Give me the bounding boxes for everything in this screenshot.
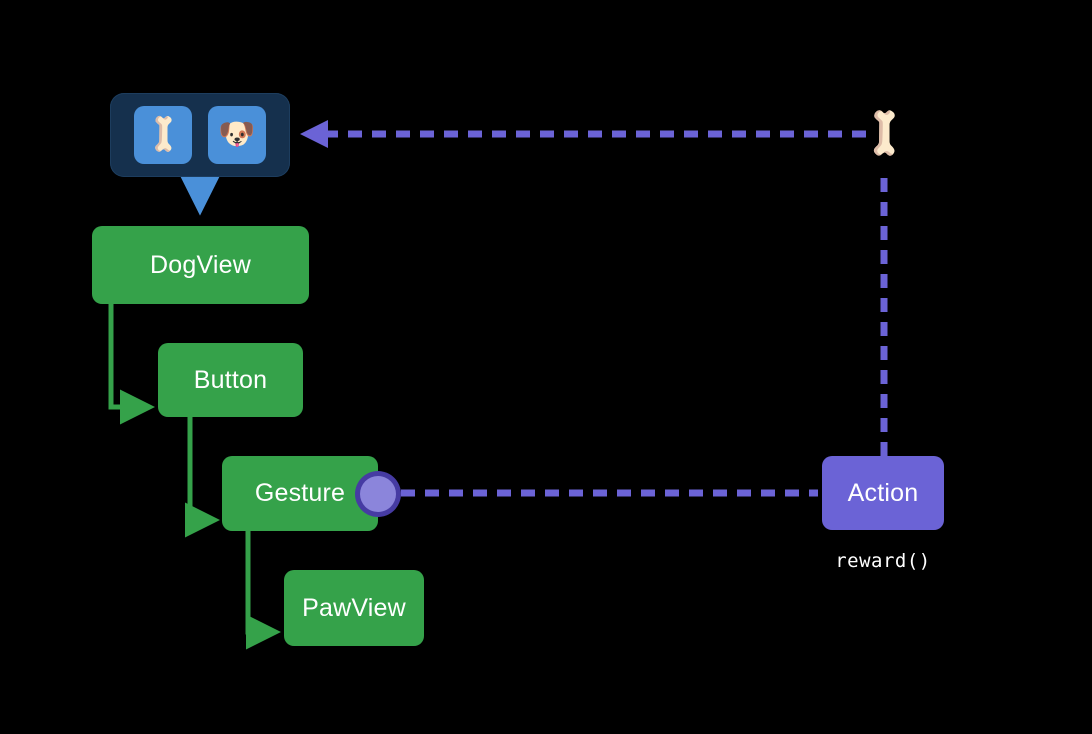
- bone-token[interactable]: 🦴: [852, 102, 915, 165]
- action-caption: reward(): [835, 550, 931, 572]
- node-label: Button: [193, 365, 268, 394]
- dog-face-icon: 🐶: [218, 118, 256, 151]
- edge-dogview-to-button: [108, 304, 156, 425]
- node-gesture[interactable]: Gesture: [222, 456, 378, 531]
- node-pawview[interactable]: PawView: [284, 570, 424, 646]
- node-dogview[interactable]: DogView: [92, 226, 309, 304]
- bone-icon: 🦴: [852, 102, 916, 166]
- node-label: Gesture: [254, 479, 346, 507]
- tile-dog-face[interactable]: 🐶: [208, 106, 266, 164]
- edge-button-to-gesture: [185, 417, 221, 538]
- node-action[interactable]: Action: [822, 456, 944, 530]
- node-label: Action: [847, 478, 919, 507]
- bone-icon: 🦴: [138, 109, 189, 160]
- node-label: DogView: [150, 250, 251, 279]
- diagram-canvas: 🦴 🐶 🦴 DogView Button Gesture PawView Act…: [0, 0, 1092, 734]
- tile-bone[interactable]: 🦴: [134, 106, 192, 164]
- node-button[interactable]: Button: [158, 343, 303, 417]
- edge-gesture-to-pawview: [245, 531, 282, 650]
- preview-panel[interactable]: 🦴 🐶: [110, 93, 290, 177]
- edge-bone-to-panel: [300, 120, 866, 148]
- gesture-output-port[interactable]: [360, 476, 396, 512]
- node-label: PawView: [302, 593, 406, 622]
